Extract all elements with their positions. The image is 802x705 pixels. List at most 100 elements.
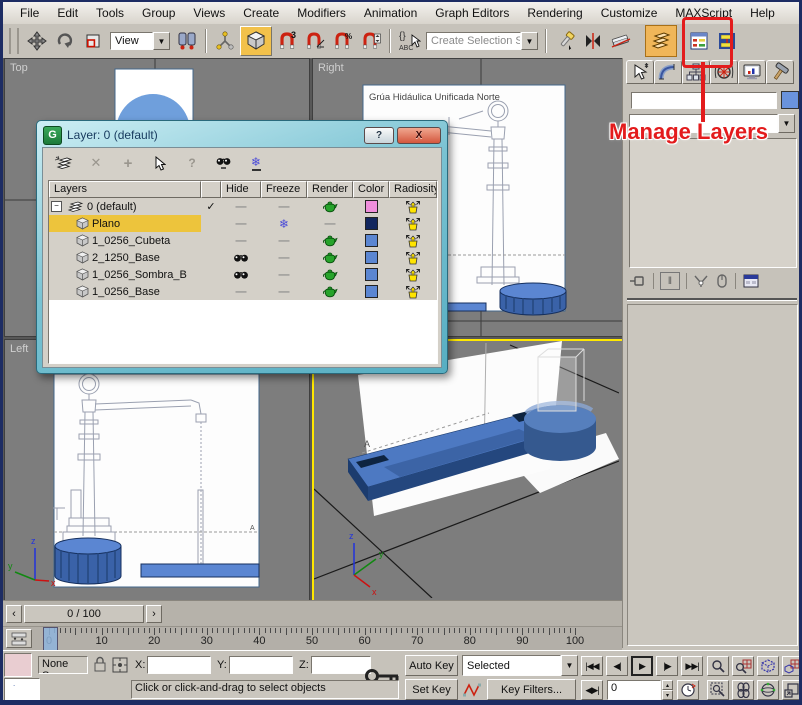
menu-item-rendering[interactable]: Rendering [518,4,591,22]
key-mode-toggle-button[interactable]: ◀▶| [581,680,603,700]
layer-row-0[interactable]: −0 (default)✓—— [49,198,437,215]
render-cell[interactable] [307,283,353,300]
hide-cell[interactable]: — [221,215,261,232]
render-cell[interactable] [307,249,353,266]
show-end-result-button[interactable]: ‖ [660,272,680,290]
color-cell[interactable] [353,249,389,266]
render-cell[interactable] [307,266,353,283]
set-key-button[interactable]: Set Key [405,679,458,700]
freeze-cell[interactable]: — [261,232,307,249]
freeze-cell[interactable]: — [261,249,307,266]
dialog-close-button[interactable]: X [397,127,441,144]
current-layer-cell[interactable] [201,232,221,249]
render-cell[interactable]: — [307,215,353,232]
snap-3-button[interactable]: 3 [274,28,300,54]
menu-item-views[interactable]: Views [184,4,234,22]
spinner-snap-button[interactable] [358,28,384,54]
viewport-perspective[interactable]: A [312,339,625,604]
maxscript-listener-pane[interactable]: . [4,678,40,702]
track-bar-frame-marker[interactable] [43,627,58,651]
play-button[interactable]: ▶ [631,656,653,676]
track-bar-ruler[interactable]: 0102030405060708090100 [37,627,617,651]
color-cell[interactable] [353,266,389,283]
time-slider-handle[interactable]: 0 / 100 [24,605,144,623]
layer-row-3[interactable]: 2_1250_Base— [49,249,437,266]
go-to-start-button[interactable]: |◀◀ [581,656,603,676]
tab-create[interactable] [626,60,654,84]
column-header-current[interactable] [201,181,221,198]
remove-modifier-icon[interactable] [715,273,729,289]
freeze-toggle-button[interactable]: ❄ [245,153,267,173]
layer-row-1[interactable]: Plano—❄— [49,215,437,232]
use-pivot-center-button[interactable] [174,28,200,54]
zoom-button[interactable] [707,656,729,676]
radiosity-cell[interactable] [389,198,437,215]
dialog-help-button[interactable]: ? [364,127,394,144]
viewport-top-label[interactable]: Top [10,62,28,74]
freeze-cell[interactable]: — [261,266,307,283]
viewport-right-label[interactable]: Right [318,62,344,74]
frame-spinner[interactable]: ▴ ▾ [662,680,673,700]
radiosity-cell[interactable] [389,283,437,300]
go-to-end-button[interactable]: ▶▶| [681,656,703,676]
layer-row-5[interactable]: 1_0256_Base—— [49,283,437,300]
time-slider-next-button[interactable]: › [146,605,162,623]
column-header-color[interactable]: Color [353,181,389,198]
hide-cell[interactable]: — [221,283,261,300]
chevron-down-icon[interactable]: ▼ [521,32,538,50]
macro-recorder-pane[interactable] [4,653,32,677]
rollout-area[interactable] [627,304,798,646]
previous-frame-button[interactable]: ◀| [606,656,628,676]
flashlight-tool-button[interactable] [552,28,578,54]
zoom-region-button[interactable] [707,680,729,700]
layer-manager-button[interactable] [645,25,677,57]
current-layer-cell[interactable] [201,266,221,283]
freeze-cell[interactable]: — [261,198,307,215]
pin-stack-icon[interactable] [629,274,647,288]
chevron-down-icon[interactable]: ▼ [561,655,578,676]
menu-item-modifiers[interactable]: Modifiers [288,4,355,22]
mini-curve-editor-button[interactable] [6,629,32,648]
next-frame-button[interactable]: |▶ [656,656,678,676]
chevron-down-icon[interactable]: ▼ [778,114,795,133]
column-header-freeze[interactable]: Freeze [261,181,307,198]
menu-item-animation[interactable]: Animation [355,4,426,22]
hide-toggle-button[interactable] [213,153,235,173]
color-cell[interactable] [353,232,389,249]
render-cell[interactable] [307,232,353,249]
column-header-radiosity[interactable]: Radiosity [389,181,437,198]
current-layer-cell[interactable] [201,215,221,232]
angle-snap-button[interactable] [302,28,328,54]
current-layer-cell[interactable]: ✓ [201,198,221,215]
menu-item-group[interactable]: Group [133,4,184,22]
layer-color-chip[interactable] [365,251,378,264]
select-rotate-button[interactable] [52,28,78,54]
menu-item-edit[interactable]: Edit [48,4,87,22]
layer-color-chip[interactable] [365,217,378,230]
zoom-all-button[interactable] [732,656,754,676]
reference-coordinate-dropdown[interactable]: View ▼ [110,32,170,50]
hide-cell[interactable] [221,249,261,266]
delete-layer-button[interactable]: ✕ [85,153,107,173]
x-coordinate-field[interactable] [147,656,211,674]
layer-color-chip[interactable] [365,285,378,298]
object-color-swatch[interactable] [781,91,799,109]
render-cell[interactable] [307,198,353,215]
layer-row-4[interactable]: 1_0256_Sombra_B— [49,266,437,283]
selection-lock-toggle[interactable] [93,656,107,673]
named-selection-set-dropdown[interactable]: Create Selection Set ▼ [426,32,538,50]
zoom-extents-button[interactable] [757,656,779,676]
column-header-hide[interactable]: Hide [221,181,261,198]
menu-item-graph-editors[interactable]: Graph Editors [426,4,518,22]
pan-view-button[interactable] [732,680,754,700]
mirror-button[interactable] [580,28,606,54]
select-highlighted-button[interactable] [149,153,171,173]
layer-color-chip[interactable] [365,200,378,213]
menu-item-tools[interactable]: Tools [87,4,133,22]
tab-utilities[interactable] [766,60,794,84]
absolute-mode-toggle[interactable] [111,656,129,674]
make-unique-icon[interactable] [693,274,709,288]
edit-named-selections-button[interactable]: {}ABC [396,28,422,54]
menu-item-customize[interactable]: Customize [592,4,667,22]
y-coordinate-field[interactable] [229,656,293,674]
